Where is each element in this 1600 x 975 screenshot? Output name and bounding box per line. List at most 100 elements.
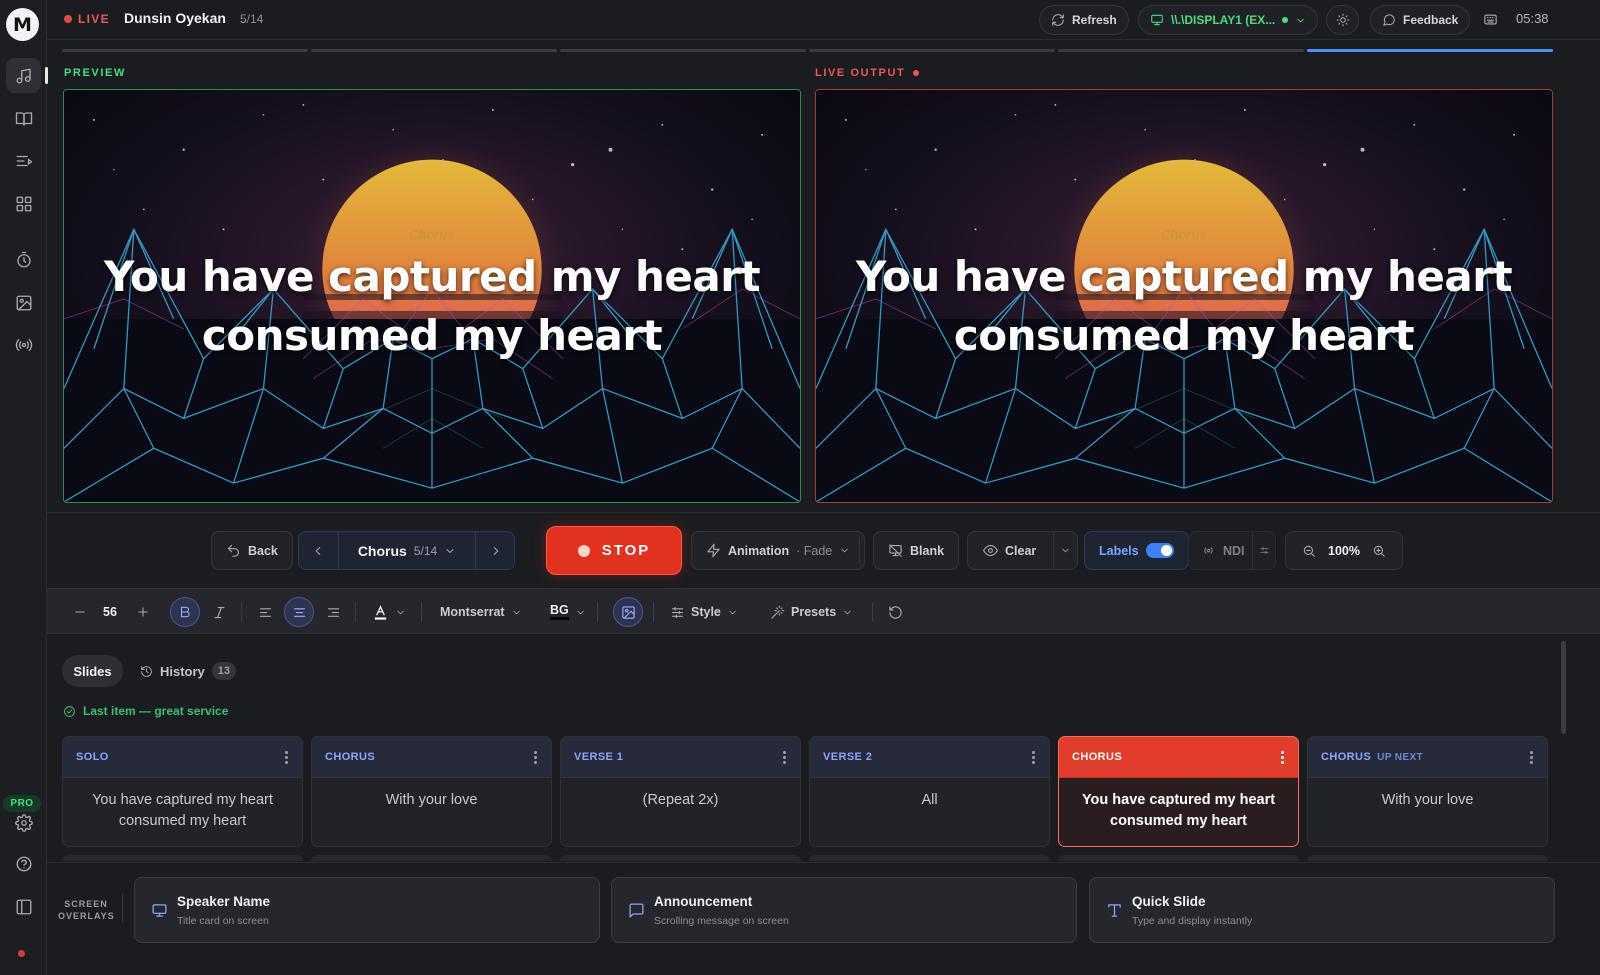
preview-stage[interactable]: Chorus You have captured my heart consum… <box>63 89 801 503</box>
more-options-icon[interactable] <box>1281 750 1285 764</box>
slide-card-label: SOLO <box>76 751 109 763</box>
slide-card[interactable]: VERSE 1 (Repeat 2x) <box>560 736 801 847</box>
divider <box>859 537 860 564</box>
chevron-down-icon <box>446 548 454 553</box>
align-left-button[interactable] <box>258 597 273 627</box>
app-logo[interactable]: M <box>6 8 39 41</box>
chevron-down-icon <box>844 610 851 614</box>
slide-card-peek[interactable] <box>62 855 303 861</box>
slide-card-header: CHORUS <box>1059 737 1298 778</box>
display-select[interactable]: \\.\DISPLAY1 (EX... <box>1138 5 1319 35</box>
slide-card[interactable]: SOLO You have captured my heart consumed… <box>62 736 303 847</box>
presets-select[interactable]: Presets <box>770 597 853 627</box>
monitor-icon <box>1151 14 1163 26</box>
sidebar-item-broadcast[interactable] <box>6 327 41 362</box>
more-options-icon[interactable] <box>1530 750 1534 764</box>
image-icon <box>16 295 31 310</box>
feedback-label: Feedback <box>1403 13 1459 27</box>
text-color-select[interactable] <box>372 597 406 627</box>
overlay-quick-slide[interactable]: Quick Slide Type and display instantly <box>1089 877 1555 943</box>
slide-card[interactable]: CHORUS With your love <box>311 736 552 847</box>
live-output-label: LIVE OUTPUT <box>815 67 920 79</box>
sidebar-item-help[interactable] <box>6 846 41 881</box>
tab-history[interactable]: History 13 <box>140 655 237 687</box>
slide-card-up-next[interactable]: CHORUS UP NEXT With your love <box>1307 736 1548 847</box>
align-center-toggle <box>284 597 314 627</box>
sidebar-item-playlist[interactable] <box>6 143 41 178</box>
overlay-announcement[interactable]: Announcement Scrolling message on screen <box>611 877 1077 943</box>
clear-button[interactable]: Clear <box>967 531 1078 570</box>
sidebar-icon <box>16 899 31 914</box>
sidebar-item-bible[interactable] <box>6 101 41 136</box>
labels-switch[interactable] <box>1145 543 1174 558</box>
music-icon <box>16 68 31 83</box>
font-size-decrease-button[interactable] <box>73 597 87 627</box>
more-options-icon[interactable] <box>1032 750 1036 764</box>
slide-card-peek[interactable] <box>809 855 1050 861</box>
animation-select[interactable]: Animation · Fade <box>691 531 866 570</box>
progress-segment <box>809 49 1055 52</box>
background-image-button[interactable] <box>613 597 643 627</box>
align-right-button[interactable] <box>326 597 341 627</box>
slide-card-header: SOLO <box>63 737 302 778</box>
output-section-label: Chorus <box>1161 227 1207 242</box>
sidebar-item-settings[interactable] <box>6 805 41 840</box>
feedback-button[interactable]: Feedback <box>1370 5 1471 35</box>
labels-toggle[interactable]: Labels <box>1084 531 1189 570</box>
scrollbar[interactable] <box>1561 641 1566 734</box>
blank-button[interactable]: Blank <box>873 531 960 570</box>
record-icon <box>577 544 590 557</box>
ndi-button[interactable]: NDI <box>1188 531 1276 570</box>
live-output-stage[interactable]: Chorus You have captured my heart consum… <box>815 89 1553 503</box>
refresh-button[interactable]: Refresh <box>1039 5 1129 35</box>
zoom-out-icon[interactable] <box>1302 544 1316 558</box>
sidebar-item-media[interactable] <box>6 186 41 221</box>
slide-card-live[interactable]: CHORUS You have captured my heart consum… <box>1058 736 1299 847</box>
connection-status-dot <box>18 950 25 957</box>
stop-button[interactable]: STOP <box>546 526 682 575</box>
zoom-in-icon[interactable] <box>1372 544 1386 558</box>
screen-overlays: SCREEN OVERLAYS Speaker Name Title card … <box>47 862 1600 975</box>
slide-card-peek[interactable] <box>1307 855 1548 861</box>
chevron-down-icon <box>1297 18 1304 22</box>
background-color-select[interactable]: BG <box>550 597 586 627</box>
font-size-increase-button[interactable] <box>136 597 150 627</box>
sidebar-toggle-button[interactable] <box>6 889 41 924</box>
more-options-icon[interactable] <box>285 750 289 764</box>
output-lyric: You have captured my heart consumed my h… <box>855 252 1513 360</box>
slide-card-peek[interactable] <box>311 855 552 861</box>
back-button[interactable]: Back <box>211 531 293 570</box>
grid-icon <box>16 196 31 211</box>
reset-format-button[interactable] <box>888 597 903 627</box>
more-options-icon[interactable] <box>783 750 787 764</box>
slide-card[interactable]: VERSE 2 All <box>809 736 1050 847</box>
theme-toggle-button[interactable] <box>1326 5 1359 35</box>
align-right-icon <box>327 607 340 617</box>
slide-card-peek[interactable] <box>1058 855 1299 861</box>
font-size-value[interactable]: 56 <box>103 597 117 627</box>
sidebar-item-images[interactable] <box>6 285 41 320</box>
overlay-subtitle: Type and display instantly <box>1132 915 1253 927</box>
bold-button[interactable] <box>170 597 200 627</box>
overlay-speaker-name[interactable]: Speaker Name Title card on screen <box>134 877 600 943</box>
next-slide-button[interactable] <box>477 532 515 569</box>
font-family-select[interactable]: Montserrat <box>440 597 522 627</box>
bg-label: BG <box>550 604 569 620</box>
chevron-left-icon <box>315 546 321 555</box>
plus-icon <box>138 607 148 617</box>
zoom-control: 100% <box>1285 531 1403 570</box>
tab-slides[interactable]: Slides <box>62 655 123 687</box>
sliders-icon[interactable] <box>1259 545 1270 556</box>
more-options-icon[interactable] <box>534 750 538 764</box>
current-section: Chorus <box>357 542 407 559</box>
section-select[interactable]: Chorus 5/14 <box>338 532 476 569</box>
keyboard-shortcuts-button[interactable] <box>1483 12 1498 27</box>
align-center-button[interactable] <box>284 597 314 627</box>
slide-card-peek[interactable] <box>560 855 801 861</box>
italic-button[interactable] <box>212 597 227 627</box>
sidebar-item-songs[interactable] <box>6 58 48 93</box>
previous-slide-button[interactable] <box>299 532 337 569</box>
sidebar-item-timer[interactable] <box>6 242 41 277</box>
style-select[interactable]: Style <box>670 597 738 627</box>
back-label: Back <box>248 543 278 558</box>
